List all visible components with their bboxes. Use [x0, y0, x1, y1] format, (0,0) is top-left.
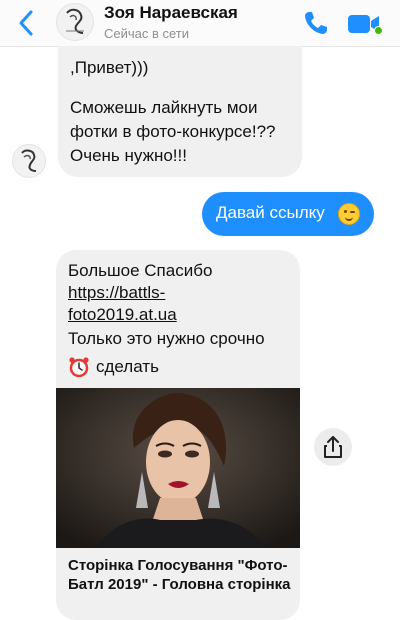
incoming-message-bubble[interactable]: ,Привет))) Сможешь лайкнуть мои фотки в … [58, 46, 302, 177]
message-line: фотки в фото-конкурсе!?? [70, 122, 276, 141]
link-preview-image[interactable] [56, 388, 300, 548]
wink-emoji-icon [338, 203, 360, 225]
contact-status: Сейчас в сети [104, 26, 190, 41]
message-line: сделать [96, 357, 159, 376]
chat-header: Зоя Нараевская Сейчас в сети [0, 0, 400, 47]
outgoing-message-text: Давай ссылку [216, 203, 325, 222]
link-preview-title[interactable]: Сторінка Голосування "Фото-Батл 2019" - … [68, 556, 293, 594]
message-link[interactable]: foto2019.at.ua [68, 304, 177, 326]
share-icon[interactable] [314, 428, 352, 466]
message-line: Только это нужно срочно [68, 329, 265, 348]
sender-avatar[interactable] [12, 144, 46, 178]
message-line: Очень нужно!!! [70, 146, 187, 165]
contact-name[interactable]: Зоя Нараевская [104, 3, 238, 23]
message-link[interactable]: https://battls- [68, 282, 165, 304]
online-indicator [374, 26, 383, 35]
outgoing-message-bubble[interactable]: Давай ссылку [202, 192, 374, 236]
phone-icon[interactable] [302, 9, 330, 37]
message-line: Сможешь лайкнуть мои [70, 98, 258, 117]
incoming-link-message[interactable]: Большое Спасибо https://battls- foto2019… [56, 250, 300, 620]
video-camera-icon[interactable] [346, 11, 384, 37]
message-line: ,Привет))) [70, 58, 149, 77]
contact-avatar[interactable] [56, 3, 94, 41]
message-line: Большое Спасибо [68, 261, 213, 280]
alarm-clock-icon [68, 356, 90, 378]
back-chevron-icon[interactable] [14, 9, 40, 37]
